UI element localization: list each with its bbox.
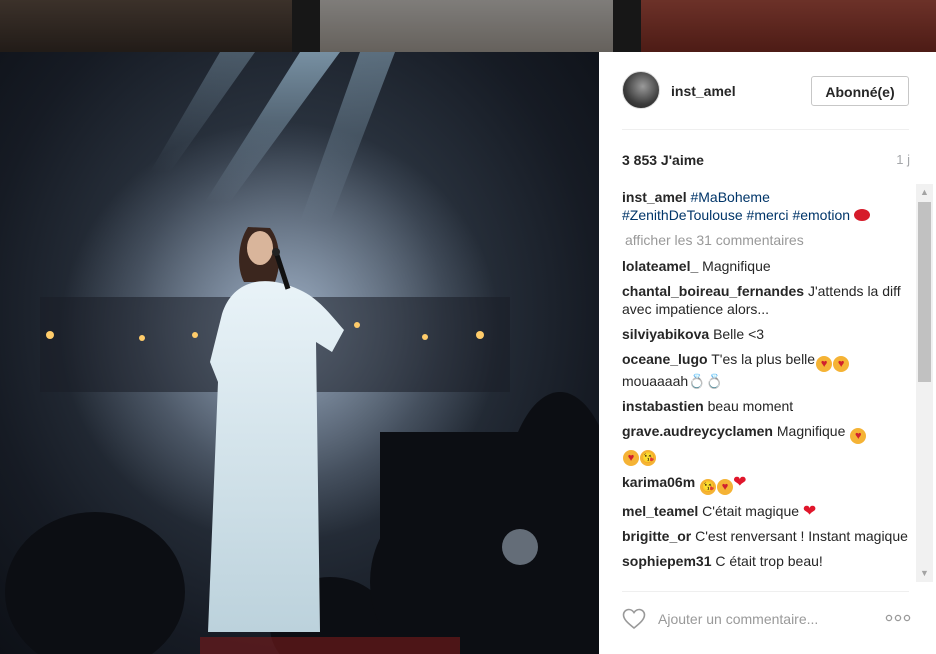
hashtag-link[interactable]: #emotion [792, 207, 850, 223]
caption: inst_amel #MaBoheme #ZenithDeToulouse #m… [622, 188, 912, 224]
comment-text: C'était magique [702, 503, 800, 519]
hashtag-link[interactable]: #MaBoheme [690, 189, 769, 205]
post-header: inst_amel Abonné(e) [599, 52, 936, 130]
heart-eyes-emoji-icon: ♥ [816, 356, 833, 372]
kissing-face-emoji-icon: 😘 [640, 450, 656, 466]
comment: brigitte_or C'est renversant ! Instant m… [622, 527, 912, 545]
comment-text: Magnifique [702, 258, 771, 274]
comment-text: beau moment [707, 398, 794, 414]
comment-text: Magnifique [776, 423, 846, 439]
heart-eyes-emoji-icon: ♥ [717, 479, 734, 495]
red-heart-emoji-icon: ❤ [802, 503, 817, 520]
comment: sophiepem31 C était trop beau! [622, 552, 912, 570]
like-count[interactable]: 3 853 J'aime [622, 152, 704, 168]
comment: oceane_lugo T'es la plus belle ♥ ♥ mouaaaa… [622, 350, 912, 390]
comment-username[interactable]: chantal_boireau_fernandes [622, 283, 804, 299]
heart-eyes-emoji-icon: ♥ [623, 450, 639, 466]
comment-text: Belle <3 [713, 326, 765, 342]
comment-username[interactable]: grave.audreycyclamen [622, 423, 773, 439]
modal-overlay [0, 0, 936, 52]
comment-username[interactable]: oceane_lugo [622, 351, 708, 367]
avatar[interactable] [622, 71, 660, 109]
comment-text: C était trop beau! [715, 553, 823, 569]
ring-emoji-icon: 💍 [688, 373, 706, 389]
comments-scrollbar[interactable]: ▲ ▼ [916, 184, 933, 582]
scroll-up-arrow-icon[interactable]: ▲ [916, 184, 933, 201]
comment: mel_teamel C'était magique ❤ [622, 502, 912, 520]
comment: lolateamel_ Magnifique [622, 257, 912, 275]
divider [622, 129, 909, 130]
comment-username[interactable]: karima06m [622, 474, 695, 490]
hashtag-link[interactable]: #merci [747, 207, 789, 223]
comment-text: mouaaaah [622, 373, 689, 389]
comment: chantal_boireau_fernandes J'attends la d… [622, 282, 912, 318]
heart-eyes-emoji-icon: ♥ [850, 428, 867, 444]
comments-list: inst_amel #MaBoheme #ZenithDeToulouse #m… [622, 188, 912, 582]
post-author-username[interactable]: inst_amel [671, 83, 736, 99]
ring-emoji-icon: 💍 [705, 373, 724, 389]
comment-username[interactable]: lolateamel_ [622, 258, 698, 274]
comment-username[interactable]: silviyabikova [622, 326, 709, 342]
comment-text: T'es la plus belle [711, 351, 816, 367]
comment-username[interactable]: sophiepem31 [622, 553, 711, 569]
post-photo[interactable] [0, 52, 599, 654]
heart-eyes-emoji-icon: ♥ [833, 356, 850, 372]
divider [622, 591, 909, 592]
kissing-face-emoji-icon: 😘 [700, 479, 717, 495]
post-details-panel: inst_amel Abonné(e) 3 853 J'aime 1 j ins… [599, 52, 936, 654]
background-feed [0, 0, 936, 52]
add-comment-input[interactable] [658, 608, 858, 630]
post-age[interactable]: 1 j [896, 152, 910, 167]
heart-outline-icon[interactable] [622, 608, 646, 630]
comment: grave.audreycyclamen Magnifique ♥ ♥ 😘 [622, 422, 912, 466]
lips-emoji-icon [853, 209, 870, 221]
caption-username[interactable]: inst_amel [622, 189, 687, 205]
comment-text: C'est renversant ! Instant magique [695, 528, 908, 544]
scrollbar-thumb[interactable] [918, 202, 931, 382]
show-all-comments-link[interactable]: afficher les 31 commentaires [625, 231, 912, 249]
comment-username[interactable]: instabastien [622, 398, 704, 414]
scroll-down-arrow-icon[interactable]: ▼ [916, 565, 933, 582]
hashtag-link[interactable]: #ZenithDeToulouse [622, 207, 743, 223]
ellipsis-icon[interactable] [885, 613, 911, 623]
comment-username[interactable]: brigitte_or [622, 528, 691, 544]
comment: silviyabikova Belle <3 [622, 325, 912, 343]
comment: karima06m 😘 ♥ ❤ [622, 473, 912, 495]
comment: instabastien beau moment [622, 397, 912, 415]
red-heart-emoji-icon: ❤ [733, 474, 747, 491]
follow-button[interactable]: Abonné(e) [811, 76, 909, 106]
concert-photo-illustration [5, 52, 599, 654]
comment-username[interactable]: mel_teamel [622, 503, 698, 519]
